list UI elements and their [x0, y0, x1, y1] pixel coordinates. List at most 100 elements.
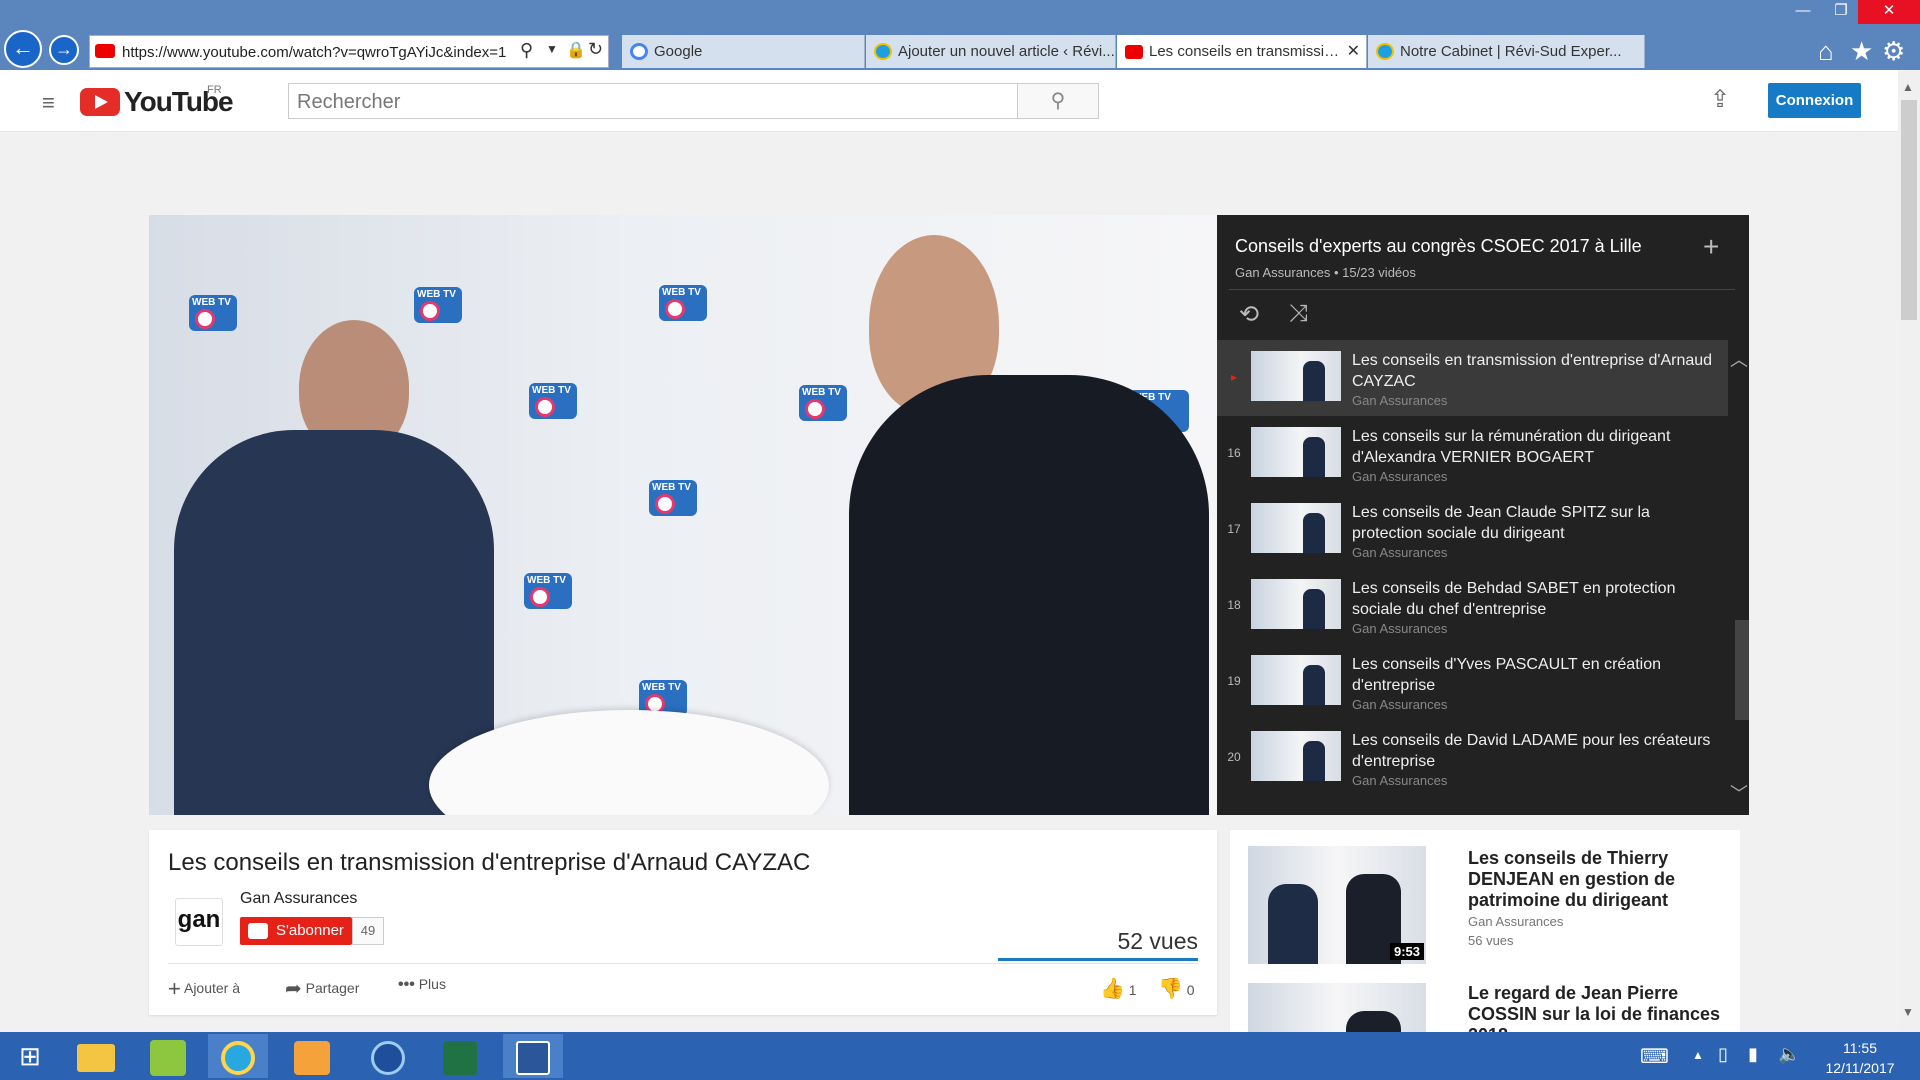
- playlist-item-title: Les conseils de Jean Claude SPITZ sur la…: [1352, 504, 1650, 542]
- add-playlist-icon[interactable]: +: [1703, 231, 1719, 263]
- refresh-icon[interactable]: ↻: [588, 39, 603, 60]
- url-text: https://www.youtube.com/watch?v=qwroTgAY…: [122, 44, 507, 61]
- playlist-title[interactable]: Conseils d'experts au congrès CSOEC 2017…: [1235, 236, 1642, 257]
- dislike-button[interactable]: 👎 0: [1158, 976, 1195, 1001]
- chevron-up-icon[interactable]: ▲: [1902, 80, 1914, 94]
- youtube-icon: [1125, 45, 1143, 59]
- tab-google[interactable]: Google: [622, 35, 865, 68]
- like-ratio-bar: [998, 958, 1198, 961]
- playlist-item-title: Les conseils sur la rémunération du diri…: [1352, 428, 1671, 466]
- browser-app-icon[interactable]: [358, 1034, 418, 1078]
- volume-icon[interactable]: 🔈: [1778, 1044, 1800, 1065]
- address-bar[interactable]: https://www.youtube.com/watch?v=qwroTgAY…: [89, 35, 609, 68]
- playlist-item-number: 17: [1227, 522, 1241, 536]
- settings-gear-icon[interactable]: ⚙: [1882, 36, 1905, 67]
- video-thumbnail: [1251, 351, 1341, 401]
- youtube-logo-icon[interactable]: [80, 88, 120, 116]
- playlist-meta: Gan Assurances • 15/23 vidéos: [1235, 265, 1416, 280]
- dashlane-icon[interactable]: [138, 1034, 198, 1078]
- recommended-video[interactable]: Le regard de Jean Pierre COSSIN sur la l…: [1230, 975, 1740, 1032]
- internet-explorer-icon[interactable]: [208, 1034, 268, 1078]
- tab-notre-cabinet[interactable]: Notre Cabinet | Révi-Sud Exper...: [1368, 35, 1645, 68]
- loop-icon[interactable]: ⟲: [1239, 300, 1259, 329]
- playlist-item-channel: Gan Assurances: [1352, 469, 1448, 484]
- signal-icon[interactable]: ▮: [1748, 1044, 1758, 1065]
- more-button[interactable]: ••• Plus: [398, 976, 446, 994]
- playlist-item-channel: Gan Assurances: [1352, 697, 1448, 712]
- video-thumbnail: [1251, 579, 1341, 629]
- video-player[interactable]: WEB TV WEB TV WEB TV WEB TV WEB TV WEB T…: [149, 215, 1217, 815]
- playlist-item[interactable]: 19 Les conseils d'Yves PASCAULT en créat…: [1217, 644, 1728, 720]
- tab-youtube-active[interactable]: Les conseils en transmission... ✕: [1117, 35, 1367, 68]
- excel-icon[interactable]: [430, 1034, 490, 1078]
- playlist-item-title: Les conseils d'Yves PASCAULT en création…: [1352, 656, 1661, 694]
- playlist-item[interactable]: 18 Les conseils de Behdad SABET en prote…: [1217, 568, 1728, 644]
- login-button[interactable]: Connexion: [1768, 83, 1861, 118]
- web-tv-logo: WEB TV: [189, 295, 237, 331]
- search-icon[interactable]: ⚲: [520, 40, 533, 61]
- thumbs-up-icon: 👍: [1100, 978, 1125, 1000]
- web-tv-logo: WEB TV: [659, 285, 707, 321]
- playlist-item[interactable]: 20 Les conseils de David LADAME pour les…: [1217, 720, 1728, 796]
- share-button[interactable]: ➦ Partager: [285, 976, 359, 1001]
- tab-label: Ajouter un nouvel article ‹ Révi...: [898, 43, 1115, 60]
- close-icon[interactable]: ✕: [1347, 35, 1360, 68]
- add-to-button[interactable]: + Ajouter à: [168, 976, 240, 1002]
- video-duration: 9:53: [1389, 943, 1424, 960]
- menu-hamburger-icon[interactable]: ≡: [42, 90, 55, 116]
- subscribe-button[interactable]: S'abonner: [240, 917, 352, 945]
- playlist-item-channel: Gan Assurances: [1352, 545, 1448, 560]
- chevron-down-icon[interactable]: ▼: [1902, 1005, 1914, 1019]
- chevron-up-icon[interactable]: ▲: [1692, 1048, 1704, 1062]
- favorites-star-icon[interactable]: ★: [1850, 36, 1873, 67]
- divider: [168, 963, 1198, 964]
- lock-icon[interactable]: 🔒: [566, 40, 586, 60]
- recommended-video[interactable]: 9:53 Les conseils de Thierry DENJEAN en …: [1230, 830, 1740, 980]
- video-thumbnail: [1251, 655, 1341, 705]
- chevron-down-icon[interactable]: ﹀: [1730, 780, 1748, 806]
- playlist-scrollbar[interactable]: ︿ ﹀: [1728, 340, 1749, 815]
- forward-button[interactable]: →: [49, 35, 79, 65]
- web-tv-logo: WEB TV: [649, 480, 697, 516]
- chevron-down-icon[interactable]: ▼: [546, 42, 558, 56]
- keyboard-icon[interactable]: ⌨: [1640, 1044, 1669, 1069]
- upload-icon[interactable]: ⇪: [1710, 85, 1730, 114]
- close-window-button[interactable]: ✕: [1858, 0, 1920, 24]
- channel-avatar[interactable]: gan: [175, 898, 223, 946]
- shuffle-icon[interactable]: ⤨: [1289, 300, 1308, 328]
- file-explorer-icon[interactable]: [66, 1034, 126, 1078]
- windows-start-icon[interactable]: ⊞: [0, 1034, 60, 1078]
- playlist-item-number: 18: [1227, 598, 1241, 612]
- chevron-up-icon[interactable]: ︿: [1730, 346, 1748, 372]
- page-scroll-thumb[interactable]: [1901, 100, 1917, 320]
- ie-icon: [1376, 43, 1394, 60]
- home-icon[interactable]: ⌂: [1818, 36, 1834, 67]
- battery-icon[interactable]: ▯: [1718, 1044, 1728, 1065]
- search-input[interactable]: Rechercher: [288, 83, 1018, 119]
- search-button[interactable]: ⚲: [1017, 83, 1099, 119]
- channel-name[interactable]: Gan Assurances: [240, 890, 357, 908]
- recommended-title: Le regard de Jean Pierre COSSIN sur la l…: [1468, 983, 1721, 1032]
- tab-ajouter-article[interactable]: Ajouter un nouvel article ‹ Révi...: [866, 35, 1116, 68]
- playlist-item[interactable]: 17 Les conseils de Jean Claude SPITZ sur…: [1217, 492, 1728, 568]
- youtube-favicon-icon: [95, 44, 115, 58]
- clock-date: 12/11/2017: [1825, 1060, 1895, 1076]
- word-icon[interactable]: [503, 1034, 563, 1078]
- playlist-item-channel: Gan Assurances: [1352, 393, 1448, 408]
- playlist-item-current[interactable]: ▸ Les conseils en transmission d'entrepr…: [1217, 340, 1728, 416]
- playlist-item-title: Les conseils de Behdad SABET en protecti…: [1352, 580, 1676, 618]
- playlist-scroll-thumb[interactable]: [1735, 620, 1749, 720]
- web-tv-logo: WEB TV: [529, 383, 577, 419]
- more-dots-icon: •••: [398, 976, 415, 993]
- clock[interactable]: 11:55 12/11/2017: [1800, 1038, 1920, 1078]
- back-button[interactable]: ←: [4, 30, 42, 68]
- view-count: 52 vues: [1117, 928, 1198, 954]
- video-thumbnail: [1251, 731, 1341, 781]
- playlist-item[interactable]: 16 Les conseils sur la rémunération du d…: [1217, 416, 1728, 492]
- video-thumbnail: [1251, 427, 1341, 477]
- tab-label: Les conseils en transmission...: [1149, 43, 1344, 60]
- like-button[interactable]: 👍 1: [1100, 976, 1137, 1001]
- playlist-item-number: ▸: [1230, 370, 1238, 384]
- video-thumbnail: [1248, 983, 1426, 1032]
- outlook-icon[interactable]: [282, 1034, 342, 1078]
